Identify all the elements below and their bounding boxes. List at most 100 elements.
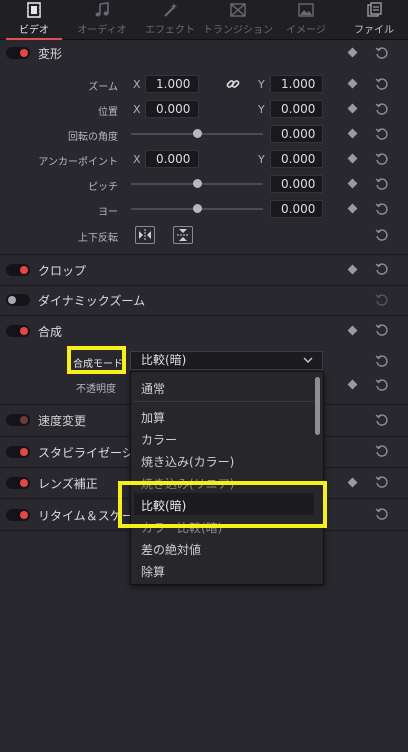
anchor-y-field[interactable]: 0.000	[270, 150, 323, 168]
tab-effects[interactable]: エフェクト	[136, 0, 204, 40]
dropdown-item[interactable]: 差の絶対値	[141, 541, 201, 558]
tab-audio[interactable]: オーディオ	[68, 0, 136, 40]
tab-transitions[interactable]: トランジション	[203, 0, 273, 40]
reset-icon[interactable]	[375, 46, 389, 60]
speed-toggle[interactable]	[6, 414, 30, 426]
keyframe-diamond-icon[interactable]	[347, 264, 358, 275]
tab-label: ビデオ	[19, 25, 49, 36]
reset-icon[interactable]	[375, 378, 389, 392]
rotation-field[interactable]: 0.000	[270, 125, 323, 143]
keyframe-diamond-icon[interactable]	[347, 47, 358, 58]
wand-icon	[162, 1, 178, 19]
reset-icon[interactable]	[375, 323, 389, 337]
anchor-y-axis-label: Y	[258, 153, 265, 166]
reset-icon[interactable]	[375, 262, 389, 276]
flip-horizontal-button[interactable]	[135, 226, 155, 244]
composite-section-title: 合成	[38, 325, 63, 339]
dropdown-item[interactable]: 除算	[141, 563, 165, 580]
toggle-knob	[20, 266, 28, 274]
section-divider	[0, 285, 408, 286]
keyframe-diamond-icon[interactable]	[347, 477, 358, 488]
reset-icon[interactable]	[375, 507, 389, 521]
composite-toggle[interactable]	[6, 325, 30, 337]
dropdown-item[interactable]: 加算	[141, 409, 165, 426]
link-icon[interactable]	[226, 77, 240, 91]
toggle-knob	[20, 49, 28, 57]
tab-image[interactable]: イメージ	[272, 0, 340, 40]
keyframe-diamond-icon[interactable]	[347, 78, 358, 89]
dropdown-scrollbar[interactable]	[315, 377, 320, 435]
anchor-x-axis-label: X	[133, 153, 141, 166]
flip-vertical-button[interactable]	[173, 226, 193, 244]
keyframe-diamond-icon[interactable]	[347, 128, 358, 139]
zoom-x-field[interactable]: 1.000	[145, 75, 199, 93]
composite-mode-select[interactable]: 比較(暗)	[130, 351, 323, 370]
tab-label: エフェクト	[145, 25, 195, 36]
dropdown-item[interactable]: 焼き込み(カラー)	[141, 453, 234, 470]
reset-icon[interactable]	[375, 102, 389, 116]
keyframe-diamond-icon[interactable]	[347, 379, 358, 390]
rotation-slider-knob[interactable]	[193, 129, 202, 138]
zoom-y-field[interactable]: 1.000	[270, 75, 323, 93]
yaw-label: ヨー	[98, 207, 118, 218]
keyframe-diamond-icon[interactable]	[347, 325, 358, 336]
toggle-knob	[20, 327, 28, 335]
position-x-axis-label: X	[133, 103, 141, 116]
composite-mode-value: 比較(暗)	[141, 353, 187, 367]
pitch-field[interactable]: 0.000	[270, 175, 323, 193]
yaw-field[interactable]: 0.000	[270, 200, 323, 218]
flip-horizontal-icon	[139, 229, 151, 241]
reset-icon[interactable]	[375, 475, 389, 489]
composite-mode-label: 合成モード	[73, 359, 123, 370]
anchor-x-field[interactable]: 0.000	[145, 150, 199, 168]
keyframe-diamond-icon[interactable]	[347, 203, 358, 214]
yaw-slider-knob[interactable]	[193, 204, 202, 213]
section-divider	[0, 254, 408, 255]
dropdown-item[interactable]: カラー	[141, 431, 177, 448]
composite-mode-dropdown: 通常 加算 カラー 焼き込み(カラー) 焼き込み(リニア) 比較(暗) カラー比…	[130, 371, 324, 585]
toggle-knob	[20, 416, 28, 424]
keyframe-diamond-icon[interactable]	[347, 153, 358, 164]
section-divider	[0, 315, 408, 316]
zoom-label: ズーム	[88, 82, 118, 93]
toggle-knob	[20, 448, 28, 456]
chevron-down-icon	[303, 357, 313, 363]
stabilization-toggle[interactable]	[6, 446, 30, 458]
dropdown-item[interactable]: 通常	[141, 380, 165, 397]
reset-icon[interactable]	[375, 293, 389, 307]
tab-label: イメージ	[286, 25, 326, 36]
reset-icon[interactable]	[375, 77, 389, 91]
reset-icon[interactable]	[375, 228, 389, 242]
reset-icon[interactable]	[375, 354, 389, 368]
reset-icon[interactable]	[375, 202, 389, 216]
retime-toggle[interactable]	[6, 509, 30, 521]
position-x-field[interactable]: 0.000	[145, 100, 199, 118]
zoom-x-axis-label: X	[133, 78, 141, 91]
file-icon	[366, 1, 382, 19]
pitch-label: ピッチ	[88, 182, 118, 193]
transition-icon	[230, 1, 246, 19]
rotation-label: 回転の角度	[68, 132, 118, 143]
dynamic-zoom-toggle[interactable]	[6, 294, 30, 306]
reset-icon[interactable]	[375, 444, 389, 458]
lens-toggle[interactable]	[6, 477, 30, 489]
dynamic-zoom-section-title: ダイナミックズーム	[38, 294, 146, 308]
position-y-field[interactable]: 0.000	[270, 100, 323, 118]
tab-label: ファイル	[354, 25, 394, 36]
image-icon	[298, 1, 314, 19]
film-icon	[26, 1, 42, 19]
tab-file[interactable]: ファイル	[340, 0, 408, 40]
reset-icon[interactable]	[375, 177, 389, 191]
keyframe-diamond-icon[interactable]	[347, 103, 358, 114]
position-y-axis-label: Y	[258, 103, 265, 116]
tab-label: トランジション	[203, 25, 273, 36]
reset-icon[interactable]	[375, 413, 389, 427]
reset-icon[interactable]	[375, 127, 389, 141]
crop-toggle[interactable]	[6, 264, 30, 276]
toggle-knob	[20, 511, 28, 519]
reset-icon[interactable]	[375, 152, 389, 166]
tab-video[interactable]: ビデオ	[0, 0, 68, 40]
transform-toggle[interactable]	[6, 47, 30, 59]
pitch-slider-knob[interactable]	[193, 179, 202, 188]
keyframe-diamond-icon[interactable]	[347, 178, 358, 189]
